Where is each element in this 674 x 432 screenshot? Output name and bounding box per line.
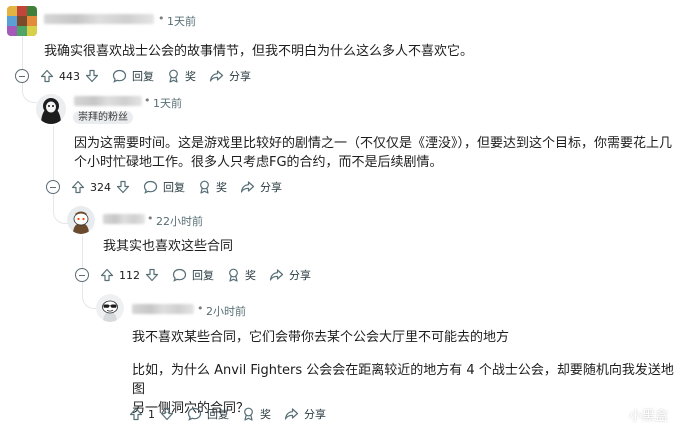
reply-button[interactable]: 回复 [143,179,185,195]
separator-dot: • [158,12,165,25]
avatar[interactable] [67,206,95,234]
comment-body: 我确实很喜欢战士公会的故事情节，但我不明白为什么这么多人不喜欢它。 [44,44,474,59]
vote-count: 443 [59,69,80,83]
award-icon [244,407,253,421]
comment-body: 我其实也喜欢这些合同 [103,239,234,254]
arrow-up-icon[interactable] [71,180,85,194]
share-arrow-icon [209,70,224,82]
vote-count: 324 [90,180,111,194]
reply-button[interactable]: 回复 [172,267,214,283]
thread-elbow [82,281,97,309]
award-icon [229,268,238,282]
username-redacted[interactable] [74,96,142,106]
username-redacted[interactable] [44,14,154,24]
arrow-down-icon[interactable] [145,268,159,282]
award-icon [200,180,209,194]
timestamp: 22小时前 [156,215,203,228]
collapse-button[interactable] [46,180,60,194]
username-redacted[interactable] [103,214,145,224]
arrow-up-icon[interactable] [129,407,143,421]
thread-line [53,126,54,180]
award-button[interactable]: 奖 [242,406,271,422]
reply-button[interactable]: 回复 [112,68,154,84]
award-button[interactable]: 奖 [227,267,256,283]
collapse-button[interactable] [15,69,29,83]
arrow-down-icon[interactable] [116,180,130,194]
speech-bubble-icon [172,268,187,282]
comment-actions: 443 回复 奖 分享 [40,64,264,88]
comment-actions: 324 回复 奖 分享 [71,175,295,199]
comment-body: 因为这需要时间。这是游戏里比较好的剧情之一（不仅仅是《湮没》），但要达到这个目标… [74,136,673,170]
arrow-up-icon[interactable] [40,69,54,83]
timestamp: 1天前 [167,15,196,28]
speech-bubble-icon [143,180,158,194]
share-arrow-icon [240,181,255,193]
award-icon [169,69,178,83]
vote-group: 443 [40,69,99,83]
arrow-up-icon[interactable] [100,268,114,282]
share-button[interactable]: 分享 [240,179,282,195]
vote-count: 1 [148,407,155,421]
timestamp: 1天前 [153,97,182,110]
thread-line [82,236,83,270]
arrow-down-icon[interactable] [85,69,99,83]
collapse-button[interactable] [75,268,89,282]
avatar[interactable] [96,294,124,322]
watermark: 小黑盒 [605,404,668,424]
avatar[interactable] [7,6,37,36]
award-button[interactable]: 奖 [198,179,227,195]
share-button[interactable]: 分享 [269,267,311,283]
thread-elbow [22,82,37,103]
speech-bubble-icon [187,407,202,421]
vote-group: 112 [100,268,159,282]
separator-dot: • [197,302,204,315]
share-arrow-icon [269,269,284,281]
thread-elbow [53,193,68,224]
share-button[interactable]: 分享 [284,406,326,422]
user-flair: 崇拜的粉丝 [73,111,133,124]
separator-dot: • [144,94,151,107]
username-redacted[interactable] [132,304,194,314]
separator-dot: • [147,212,154,225]
avatar[interactable] [36,94,66,124]
comment-actions: 1 回复 奖 分享 [129,402,339,426]
speech-bubble-icon [112,69,127,83]
comment-actions: 112 回复 奖 分享 [100,263,324,287]
share-button[interactable]: 分享 [209,68,251,84]
comment-body: 我不喜欢某些合同，它们会带你去某个公会大厅里不可能去的地方 [132,330,510,345]
arrow-down-icon[interactable] [160,407,174,421]
timestamp: 2小时前 [206,305,246,318]
share-arrow-icon [284,408,299,420]
heybox-logo-icon [605,404,625,424]
vote-count: 112 [119,268,140,282]
vote-group: 324 [71,180,130,194]
reply-button[interactable]: 回复 [187,406,229,422]
vote-group: 1 [129,407,174,421]
award-button[interactable]: 奖 [167,68,196,84]
